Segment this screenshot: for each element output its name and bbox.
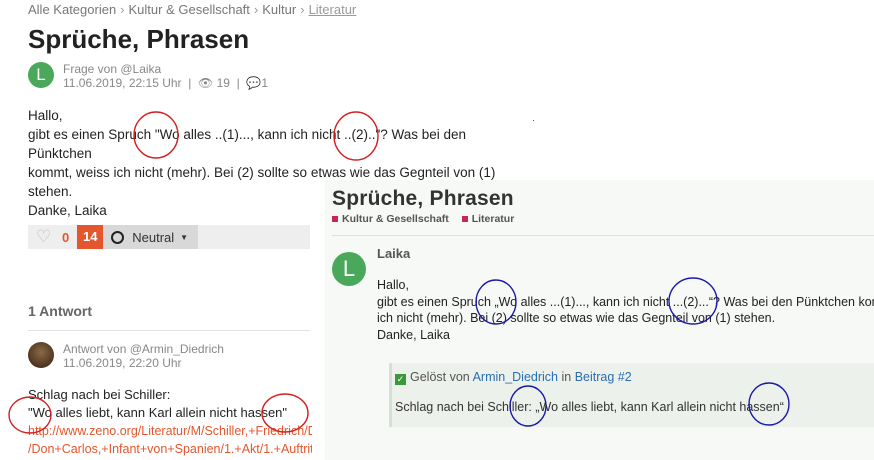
solved-line: ✓ Gelöst von Armin_Diedrich in Beitrag #2	[395, 370, 632, 385]
breadcrumb-separator: ›	[120, 2, 125, 17]
like-count: 0	[62, 229, 70, 245]
rating-dropdown[interactable]: Neutral ▼	[103, 225, 199, 249]
vote-bar: ♡ 0 14 Neutral ▼	[28, 225, 310, 249]
breadcrumb-item[interactable]: Kultur	[262, 2, 296, 17]
solved-answer-text: Schlag nach bei Schiller: „Wo alles lieb…	[395, 400, 784, 414]
stray-dot	[533, 120, 534, 121]
solved-prefix: Gelöst von	[410, 370, 470, 384]
avatar[interactable]: L	[332, 252, 366, 286]
answer-link[interactable]: /Don+Carlos,+Infant+von+Spanien/1.+Akt/1…	[28, 440, 312, 458]
score-badge: 14	[77, 225, 104, 249]
solved-in: in	[561, 370, 572, 384]
chevron-down-icon: ▼	[180, 232, 189, 242]
breadcrumb: Alle Kategorien › Kultur & Gesellschaft › Ku…	[28, 2, 356, 17]
solved-box: ✓ Gelöst von Armin_Diedrich in Beitrag #2…	[389, 363, 874, 427]
solved-user-link[interactable]: Armin_Diedrich	[473, 370, 558, 384]
divider	[332, 235, 874, 236]
answer-by[interactable]: Antwort von @Armin_Diedrich	[63, 342, 224, 356]
comment-count: 1	[261, 76, 269, 90]
body-line: ich nicht (mehr). Bei (2) sollte so etwa…	[377, 311, 776, 325]
comment-icon: 💬	[246, 76, 262, 90]
answer-line: Schlag nach bei Schiller:	[28, 387, 171, 402]
answer-body: Schlag nach bei Schiller: "Wo alles lieb…	[28, 386, 318, 458]
divider	[28, 330, 310, 331]
solved-post-link[interactable]: Beitrag #2	[575, 370, 632, 384]
page-title: Sprüche, Phrasen	[28, 24, 250, 54]
body-line: gibt es einen Spruch "Wo alles ..(1)...,…	[28, 127, 467, 161]
category-square-icon	[332, 216, 338, 223]
post-body: Hallo, gibt es einen Spruch „Wo alles ..…	[377, 277, 874, 343]
answer-link[interactable]: http://www.zeno.org/Literatur/M/Schiller…	[28, 422, 312, 440]
answer-quote: "Wo alles liebt, kann Karl allein nicht …	[28, 405, 288, 420]
post-author[interactable]: Laika	[377, 246, 410, 261]
body-line: Hallo,	[28, 108, 63, 123]
breadcrumb-separator: ›	[300, 2, 305, 17]
body-line: Hallo,	[377, 278, 409, 292]
category-square-icon	[461, 216, 468, 223]
asked-by[interactable]: Frage von @Laika	[63, 62, 268, 76]
circle-icon	[111, 230, 125, 244]
breadcrumb-item[interactable]: Literatur	[309, 2, 357, 17]
view-count: 19	[216, 76, 230, 90]
question-meta: Frage von @Laika 11.06.2019, 22:15 Uhr |…	[63, 62, 269, 90]
answer-meta: Antwort von @Armin_Diedrich 11.06.2019, …	[63, 342, 224, 370]
eye-icon: 👁	[198, 76, 214, 90]
answer-date: 11.06.2019, 22:20 Uhr	[63, 356, 182, 370]
category-tag[interactable]: Literatur	[461, 213, 514, 225]
breadcrumb-item[interactable]: Alle Kategorien	[28, 2, 116, 17]
body-line: Danke, Laika	[377, 327, 450, 342]
right-screenshot: Sprüche, Phrasen Kultur & Gesellschaft L…	[325, 180, 874, 460]
breadcrumb-separator: ›	[253, 2, 259, 17]
body-line: gibt es einen Spruch „Wo alles ...(1)...…	[377, 294, 874, 309]
question-date: 11.06.2019, 22:15 Uhr	[63, 76, 182, 90]
answers-heading: 1 Antwort	[28, 303, 93, 319]
page-title: Sprüche, Phrasen	[332, 187, 514, 210]
avatar[interactable]: L	[28, 62, 54, 88]
breadcrumb-item[interactable]: Kultur & Gesellschaft	[129, 2, 250, 17]
category-list: Kultur & Gesellschaft Literatur	[332, 213, 514, 225]
category-tag[interactable]: Kultur & Gesellschaft	[332, 213, 449, 225]
avatar[interactable]	[28, 342, 54, 368]
check-icon: ✓	[395, 374, 406, 385]
heart-icon[interactable]: ♡	[36, 228, 54, 245]
rating-label: Neutral	[132, 229, 175, 245]
